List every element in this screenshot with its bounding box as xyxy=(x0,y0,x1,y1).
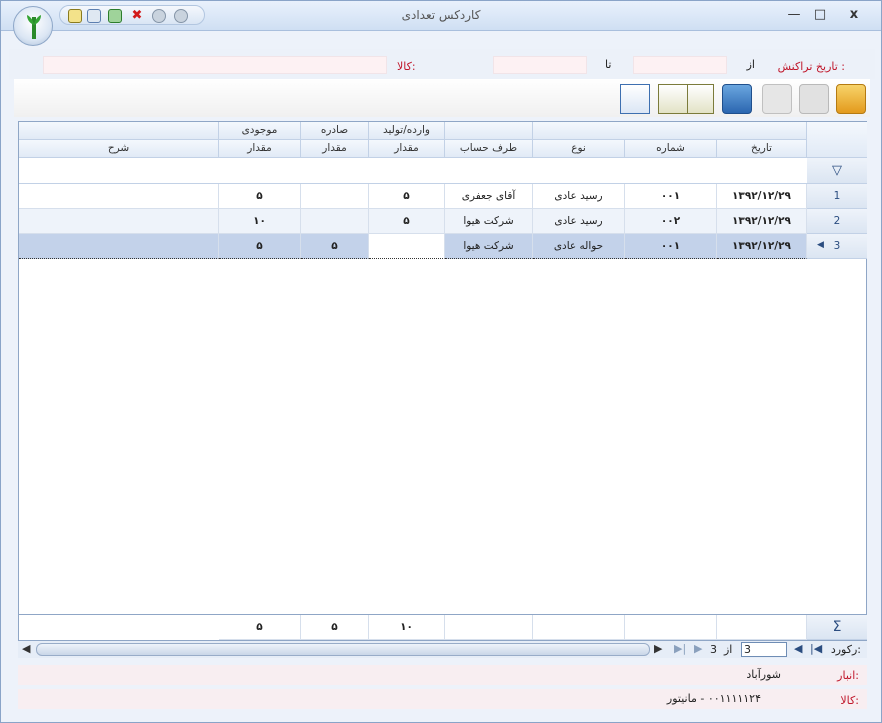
first-record-button[interactable]: |◀ xyxy=(810,642,822,655)
row-1-number[interactable]: ۰۰۱ xyxy=(625,184,717,209)
group-header-party xyxy=(445,122,533,140)
group-header-blank xyxy=(19,122,219,140)
row-3-date[interactable]: ۱۳۹۲/۱۲/۲۹ xyxy=(717,234,807,259)
row-3-out_qty[interactable]: ۵ xyxy=(301,234,369,259)
col-number[interactable]: شماره xyxy=(625,140,717,158)
row-2-type[interactable]: رسید عادی xyxy=(533,209,625,234)
row-indicator-header xyxy=(807,122,867,158)
row-1-date[interactable]: ۱۳۹۲/۱۲/۲۹ xyxy=(717,184,807,209)
total-number xyxy=(625,615,717,640)
title-bar: ✖ کاردکس تعدادی — □ x xyxy=(1,1,881,31)
app-window: ✖ کاردکس تعدادی — □ x تاریخ تراکنش : از … xyxy=(0,0,882,723)
footer-item-label: کالا: xyxy=(840,694,859,707)
scroll-left-button[interactable]: ◀ xyxy=(22,642,30,655)
row-2-bal_qty[interactable]: ۱۰ xyxy=(219,209,301,234)
current-row-arrow-icon: ◀ xyxy=(817,240,824,250)
row-1-desc[interactable] xyxy=(19,184,219,209)
record-navigator: رکورد: |◀ ◀ 3 از 3 ▶ ▶| ▶ ◀ xyxy=(18,641,867,658)
row-1-party[interactable]: آقای جعفری xyxy=(445,184,533,209)
kardex-grid: موجودی صادره وارده/تولید شرح مقدار مقدار… xyxy=(18,121,867,641)
footer-item-value: ۰۰۱۱۱۱۱۲۴ - مانیتور xyxy=(666,692,761,705)
row-2-date[interactable]: ۱۳۹۲/۱۲/۲۹ xyxy=(717,209,807,234)
col-type[interactable]: نوع xyxy=(533,140,625,158)
print-preview-icon[interactable] xyxy=(799,84,829,114)
total-received-qty: ۱۰ xyxy=(369,615,445,640)
item-input[interactable] xyxy=(43,56,387,74)
to-label: تا xyxy=(605,58,612,71)
col-party[interactable]: طرف حساب xyxy=(445,140,533,158)
row-1-type[interactable]: رسید عادی xyxy=(533,184,625,209)
row-2-party[interactable]: شرکت هیوا xyxy=(445,209,533,234)
row-3-indicator[interactable]: 3 xyxy=(807,234,867,259)
search-icon[interactable] xyxy=(620,84,650,114)
row-1-in_qty[interactable]: ۵ xyxy=(369,184,445,209)
filter-bar: تاریخ تراکنش : از تا کالا: xyxy=(9,49,875,79)
maximize-button[interactable]: □ xyxy=(807,5,833,25)
group-header-main xyxy=(533,122,807,140)
date-filter-label: تاریخ تراکنش : xyxy=(777,60,845,73)
row-1-indicator[interactable]: 1 xyxy=(807,184,867,209)
col-date[interactable]: تاریخ xyxy=(717,140,807,158)
app-menu-button[interactable] xyxy=(13,6,53,46)
of-label: از xyxy=(724,643,733,656)
horizontal-scrollbar[interactable] xyxy=(36,643,650,656)
minimize-button[interactable]: — xyxy=(781,5,807,25)
group-header-stock: موجودی xyxy=(219,122,301,140)
close-button[interactable]: x xyxy=(841,5,867,25)
row-2-desc[interactable] xyxy=(19,209,219,234)
item-bar: کالا: ۰۰۱۱۱۱۱۲۴ - مانیتور xyxy=(18,689,867,709)
toolbar xyxy=(14,79,870,117)
total-date xyxy=(717,615,807,640)
col-received-qty[interactable]: مقدار xyxy=(369,140,445,158)
total-type xyxy=(533,615,625,640)
row-3-desc[interactable] xyxy=(19,234,219,259)
export-excel-icon[interactable] xyxy=(684,84,714,114)
prev-record-button[interactable]: ◀ xyxy=(794,642,802,655)
row-3-bal_qty[interactable]: ۵ xyxy=(219,234,301,259)
filter-row xyxy=(19,158,807,184)
total-issued-qty: ۵ xyxy=(301,615,369,640)
window-title: کاردکس تعدادی xyxy=(401,8,481,22)
row-3-number[interactable]: ۰۰۱ xyxy=(625,234,717,259)
app-logo-icon xyxy=(27,15,41,39)
from-label: از xyxy=(746,58,755,71)
row-2-number[interactable]: ۰۰۲ xyxy=(625,209,717,234)
sigma-icon: Σ xyxy=(807,615,867,640)
current-record-input[interactable]: 3 xyxy=(741,642,787,657)
row-3-party[interactable]: شرکت هیوا xyxy=(445,234,533,259)
col-desc[interactable]: شرح xyxy=(19,140,219,158)
item-filter-label: کالا: xyxy=(397,60,416,73)
record-label: رکورد: xyxy=(830,643,861,656)
date-from-input[interactable] xyxy=(633,56,727,74)
col-issued-qty[interactable]: مقدار xyxy=(301,140,369,158)
group-header-issued: صادره xyxy=(301,122,369,140)
last-record-button[interactable]: ▶| xyxy=(674,642,686,655)
warehouse-value: شورآباد xyxy=(746,668,781,681)
row-2-indicator[interactable]: 2 xyxy=(807,209,867,234)
date-to-input[interactable] xyxy=(493,56,587,74)
total-balance-qty: ۵ xyxy=(219,615,301,640)
group-header-received: وارده/تولید xyxy=(369,122,445,140)
col-balance-qty[interactable]: مقدار xyxy=(219,140,301,158)
row-1-bal_qty[interactable]: ۵ xyxy=(219,184,301,209)
document-icon[interactable] xyxy=(762,84,792,114)
row-3-in_qty[interactable] xyxy=(369,234,445,259)
report-icon[interactable] xyxy=(722,84,752,114)
row-1-out_qty[interactable] xyxy=(301,184,369,209)
row-3-type[interactable]: حواله عادی xyxy=(533,234,625,259)
filter-row-icon[interactable]: ▽ xyxy=(807,158,867,184)
warehouse-bar: انبار: شورآباد xyxy=(18,665,867,685)
row-2-out_qty[interactable] xyxy=(301,209,369,234)
scroll-right-button[interactable]: ▶ xyxy=(654,642,662,655)
total-records: 3 xyxy=(710,643,717,656)
export-sheet-icon[interactable] xyxy=(658,84,688,114)
row-2-in_qty[interactable]: ۵ xyxy=(369,209,445,234)
refresh-icon[interactable] xyxy=(836,84,866,114)
warehouse-label: انبار: xyxy=(837,669,859,682)
total-party xyxy=(445,615,533,640)
next-record-button[interactable]: ▶ xyxy=(694,642,702,655)
